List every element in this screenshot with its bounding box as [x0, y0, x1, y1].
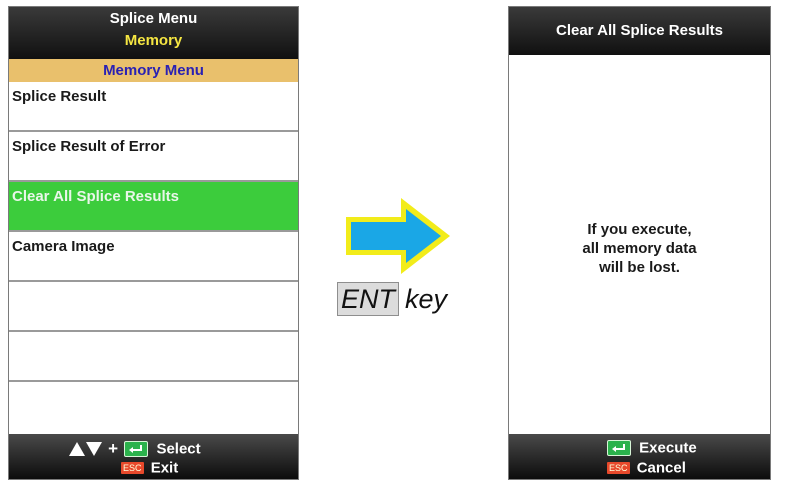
cancel-hint[interactable]: ESC Cancel [607, 459, 686, 477]
header-title: Splice Menu [109, 10, 198, 27]
splice-menu-footer: + Select ESC Exit [9, 434, 298, 479]
exit-hint: ESC Exit [121, 459, 178, 477]
esc-key-icon: ESC [121, 462, 144, 475]
right-arrow-icon [346, 198, 450, 274]
menu-item-splice-result-of-error[interactable]: Splice Result of Error [9, 132, 298, 182]
key-suffix: key [405, 284, 448, 314]
menu-item-empty [9, 382, 298, 432]
esc-key-icon: ESC [607, 462, 630, 475]
menu-item-label: Camera Image [12, 238, 115, 255]
enter-key-icon [124, 441, 149, 457]
warning-message: If you execute, all memory data will be … [509, 220, 770, 277]
menu-item-label: Clear All Splice Results [12, 188, 180, 205]
splice-menu-header: Splice Menu Memory [9, 7, 298, 59]
cancel-label: Cancel [636, 459, 686, 477]
ent-key-icon: ENT [337, 282, 399, 316]
menu-item-label: Splice Result [12, 88, 107, 105]
execute-label: Execute [639, 439, 697, 457]
menu-item-label: Splice Result of Error [12, 138, 166, 155]
enter-key-icon [607, 440, 631, 457]
down-arrow-icon [86, 442, 102, 456]
exit-label: Exit [150, 459, 179, 477]
select-hint: + Select [69, 439, 201, 459]
header-title: Clear All Splice Results [555, 22, 723, 39]
execute-hint[interactable]: Execute [607, 439, 697, 457]
menu-item-clear-all-splice-results[interactable]: Clear All Splice Results [9, 182, 298, 232]
message-line: If you execute, [587, 221, 692, 238]
clear-results-header: Clear All Splice Results [509, 7, 770, 55]
menu-item-camera-image[interactable]: Camera Image [9, 232, 298, 282]
select-label: Select [156, 440, 201, 458]
menu-item-splice-result[interactable]: Splice Result [9, 82, 298, 132]
submenu-title: Memory Menu [9, 59, 298, 82]
message-line: will be lost. [599, 259, 680, 276]
splice-menu-screen: Splice Menu Memory Memory Menu Splice Re… [8, 6, 299, 480]
menu-item-empty [9, 332, 298, 382]
header-subtitle: Memory [124, 32, 183, 49]
up-arrow-icon [69, 442, 85, 456]
ent-key-instruction: ENT key [337, 282, 447, 316]
menu-item-empty [9, 282, 298, 332]
clear-results-footer: Execute ESC Cancel [509, 434, 770, 479]
memory-menu-list: Splice Result Splice Result of Error Cle… [9, 82, 298, 432]
plus-sign: + [108, 439, 119, 458]
clear-results-screen: Clear All Splice Results If you execute,… [508, 6, 771, 480]
message-line: all memory data [582, 240, 697, 257]
